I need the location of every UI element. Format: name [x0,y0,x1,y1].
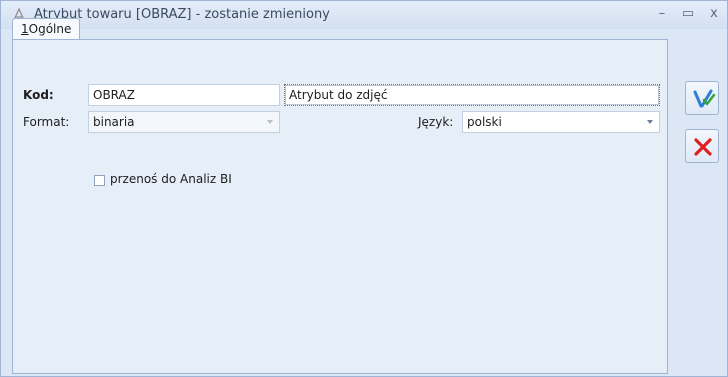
jezyk-label: Język: [418,115,454,129]
tab-hotkey: 1 [21,22,29,36]
save-button[interactable] [685,81,719,115]
cancel-button[interactable] [685,129,719,163]
chevron-down-icon [647,120,653,124]
kod-input[interactable]: OBRAZ [88,84,280,106]
format-select[interactable]: binaria [88,111,280,133]
dialog-window: Atrybut towaru [OBRAZ] - zostanie zmieni… [0,0,728,377]
format-value: binaria [93,115,135,129]
analiz-bi-label[interactable]: przenoś do Analiz BI [110,172,232,186]
maximize-button[interactable]: ▭ [679,5,697,23]
red-x-icon [694,138,712,156]
tab-ogolne[interactable]: 1Ogólne [12,18,81,40]
description-input[interactable]: Atrybut do zdjęć [284,84,660,106]
jezyk-select[interactable]: polski [462,111,660,133]
save-check-icon [693,89,716,108]
title-bar[interactable]: Atrybut towaru [OBRAZ] - zostanie zmieni… [1,1,727,29]
analiz-bi-checkbox[interactable] [94,175,105,186]
jezyk-value: polski [467,115,502,129]
tab-panel: Kod: OBRAZ Atrybut do zdjęć Format: bina… [12,39,668,374]
close-button[interactable]: x [705,5,723,23]
tab-label: Ogólne [28,22,72,36]
format-label: Format: [23,115,70,129]
kod-label: Kod: [23,88,54,102]
chevron-down-icon [267,120,273,124]
minimize-button[interactable]: – [653,5,671,23]
